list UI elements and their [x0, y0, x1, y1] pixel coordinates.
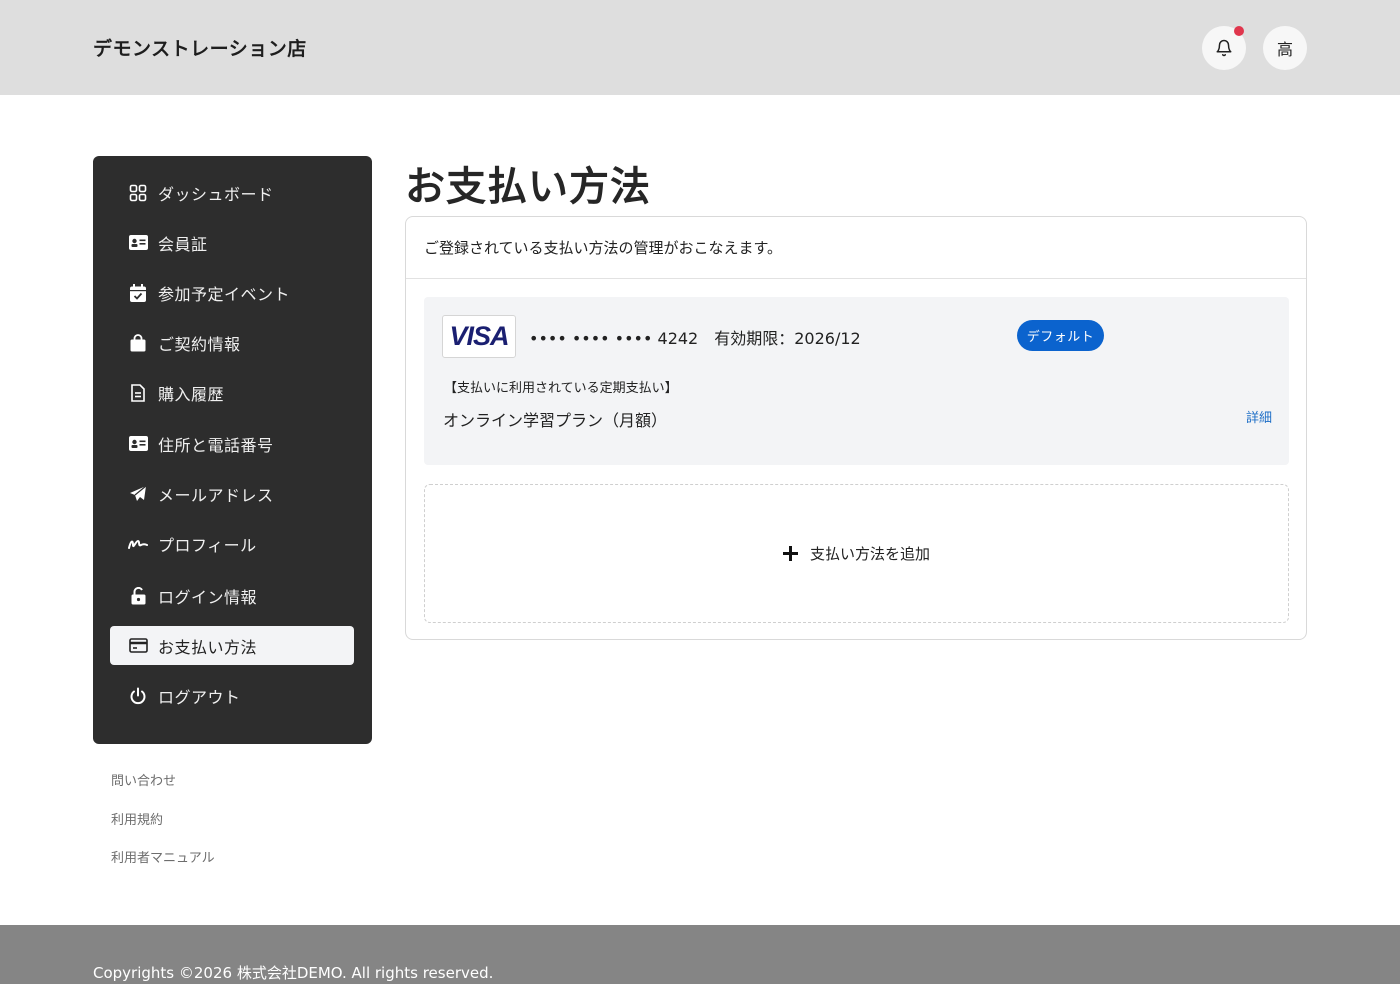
- top-bar: デモンストレーション店 高: [0, 0, 1400, 95]
- notification-dot: [1234, 26, 1244, 36]
- sidebar-item-label: ダッシュボード: [158, 184, 274, 204]
- sidebar-item-events[interactable]: 参加予定イベント: [110, 273, 354, 312]
- sidebar-item-label: ログアウト: [158, 687, 241, 707]
- sidebar-item-profile[interactable]: プロフィール: [110, 524, 354, 563]
- visa-logo: VISA: [442, 315, 516, 358]
- sidebar-item-label: プロフィール: [158, 535, 257, 555]
- sidebar-item-logout[interactable]: ログアウト: [110, 676, 354, 715]
- payment-card: VISA •••• •••• •••• 4242 有効期限：2026/12 デフ…: [424, 297, 1289, 465]
- store-name[interactable]: デモンストレーション店: [93, 34, 307, 61]
- signature-icon: [128, 534, 148, 554]
- add-payment-method-label: 支払い方法を追加: [809, 545, 930, 563]
- unlock-icon: [128, 586, 148, 606]
- sidebar-item-label: 参加予定イベント: [158, 284, 291, 304]
- details-link[interactable]: 詳細: [1246, 407, 1272, 426]
- plus-icon: [782, 546, 798, 561]
- power-icon: [128, 686, 148, 706]
- sidebar-item-payment-methods[interactable]: お支払い方法: [110, 626, 354, 665]
- user-manual-link[interactable]: 利用者マニュアル: [111, 847, 215, 866]
- sidebar-item-label: ご契約情報: [158, 334, 241, 354]
- avatar-button[interactable]: 高: [1263, 26, 1307, 70]
- sidebar-item-label: 住所と電話番号: [158, 435, 274, 455]
- divider: [406, 278, 1306, 279]
- sidebar-item-login-info[interactable]: ログイン情報: [110, 576, 354, 615]
- bell-icon: [1215, 39, 1233, 57]
- sidebar-item-contract[interactable]: ご契約情報: [110, 323, 354, 362]
- id-card-icon: [128, 233, 148, 253]
- calendar-check-icon: [128, 283, 148, 303]
- paper-plane-icon: [128, 484, 148, 504]
- copyright-text: Copyrights ©2026 株式会社DEMO. All rights re…: [93, 964, 494, 982]
- sidebar-item-label: メールアドレス: [158, 485, 274, 505]
- footer: Copyrights ©2026 株式会社DEMO. All rights re…: [0, 925, 1400, 984]
- card-brand: VISA: [449, 321, 509, 351]
- terms-link[interactable]: 利用規約: [111, 809, 163, 828]
- avatar-initial: 高: [1276, 40, 1293, 59]
- plan-name: オンライン学習プラン（月額）: [443, 411, 668, 430]
- sidebar-item-label: 購入履歴: [158, 384, 225, 404]
- sidebar-item-dashboard[interactable]: ダッシュボード: [110, 173, 354, 212]
- sidebar-item-label: お支払い方法: [158, 637, 258, 657]
- sidebar-item-email[interactable]: メールアドレス: [110, 474, 354, 513]
- grid-icon: [128, 183, 148, 203]
- shopping-bag-icon: [128, 333, 148, 353]
- address-card-icon: [128, 434, 148, 454]
- card-number-expiry: •••• •••• •••• 4242 有効期限：2026/12: [529, 329, 861, 348]
- sidebar-item-purchase-history[interactable]: 購入履歴: [110, 373, 354, 412]
- add-payment-method-button[interactable]: 支払い方法を追加: [424, 484, 1289, 623]
- sidebar-item-membership-card[interactable]: 会員証: [110, 223, 354, 262]
- notifications-button[interactable]: [1202, 26, 1246, 70]
- page-title: お支払い方法: [405, 164, 651, 210]
- credit-card-icon: [128, 636, 148, 656]
- subscriptions-heading: 【支払いに利用されている定期支払い】: [444, 381, 678, 396]
- sidebar-item-label: 会員証: [158, 234, 208, 254]
- contact-link[interactable]: 問い合わせ: [111, 770, 176, 789]
- default-badge: デフォルト: [1017, 320, 1104, 351]
- sidebar-item-label: ログイン情報: [158, 587, 258, 607]
- document-icon: [128, 383, 148, 403]
- panel-description: ご登録されている支払い方法の管理がおこなえます。: [424, 239, 783, 257]
- sidebar: ダッシュボード 会員証 参加予定イベント ご契約情報 購入履歴 住所と電話番号 …: [93, 156, 372, 744]
- sidebar-item-address[interactable]: 住所と電話番号: [110, 424, 354, 463]
- payment-methods-panel: ご登録されている支払い方法の管理がおこなえます。 VISA •••• •••• …: [405, 216, 1307, 640]
